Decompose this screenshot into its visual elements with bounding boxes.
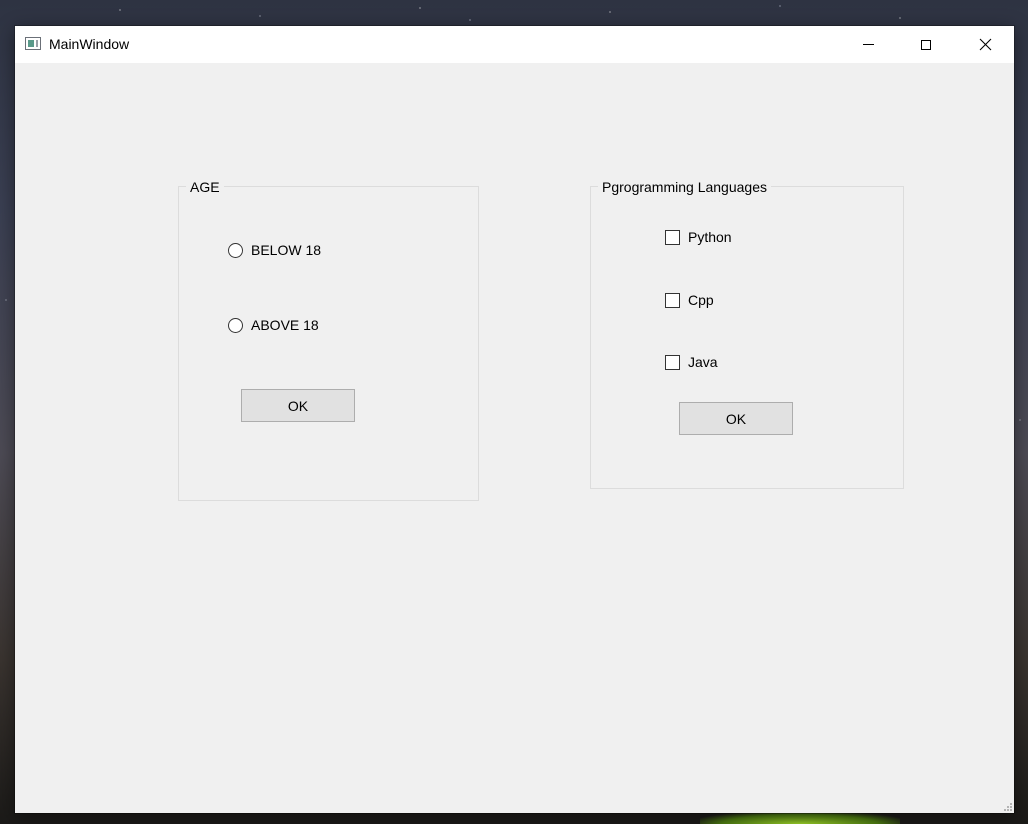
minimize-button[interactable] bbox=[839, 26, 897, 63]
desktop-wallpaper-detail bbox=[700, 812, 900, 824]
radio-above-18[interactable]: ABOVE 18 bbox=[228, 315, 319, 335]
title-bar[interactable]: MainWindow bbox=[15, 26, 1014, 63]
checkbox-label: Java bbox=[688, 354, 718, 370]
checkbox-label: Cpp bbox=[688, 292, 714, 308]
size-grip-icon[interactable] bbox=[1002, 801, 1012, 811]
age-group-title: AGE bbox=[186, 178, 224, 196]
radio-indicator[interactable] bbox=[228, 242, 243, 258]
checkbox-label: Python bbox=[688, 229, 732, 245]
close-icon bbox=[979, 38, 991, 51]
checkbox-java[interactable]: Java bbox=[665, 352, 718, 372]
maximize-button[interactable] bbox=[897, 26, 955, 63]
checkbox-indicator[interactable] bbox=[665, 229, 680, 245]
window-title: MainWindow bbox=[49, 36, 130, 52]
close-button[interactable] bbox=[956, 26, 1014, 63]
main-window: MainWindow AGE BELOW 18 ABOVE 18 OK Pgro… bbox=[15, 26, 1014, 813]
radio-label: BELOW 18 bbox=[251, 242, 322, 258]
radio-label: ABOVE 18 bbox=[251, 317, 319, 333]
maximize-icon bbox=[921, 39, 931, 50]
languages-ok-button[interactable]: OK bbox=[679, 402, 793, 435]
languages-groupbox: Pgrogramming Languages Python Cpp Java O… bbox=[590, 178, 904, 489]
radio-below-18[interactable]: BELOW 18 bbox=[228, 240, 321, 260]
client-area: AGE BELOW 18 ABOVE 18 OK Pgrogramming La… bbox=[15, 63, 1014, 813]
age-groupbox: AGE BELOW 18 ABOVE 18 OK bbox=[178, 178, 479, 501]
checkbox-python[interactable]: Python bbox=[665, 227, 732, 247]
checkbox-cpp[interactable]: Cpp bbox=[665, 290, 714, 310]
app-window-icon bbox=[25, 37, 41, 50]
minimize-icon bbox=[862, 44, 874, 45]
languages-group-title: Pgrogramming Languages bbox=[598, 178, 771, 196]
checkbox-indicator[interactable] bbox=[665, 354, 680, 370]
radio-indicator[interactable] bbox=[228, 317, 243, 333]
age-ok-button[interactable]: OK bbox=[241, 389, 355, 422]
checkbox-indicator[interactable] bbox=[665, 292, 680, 308]
